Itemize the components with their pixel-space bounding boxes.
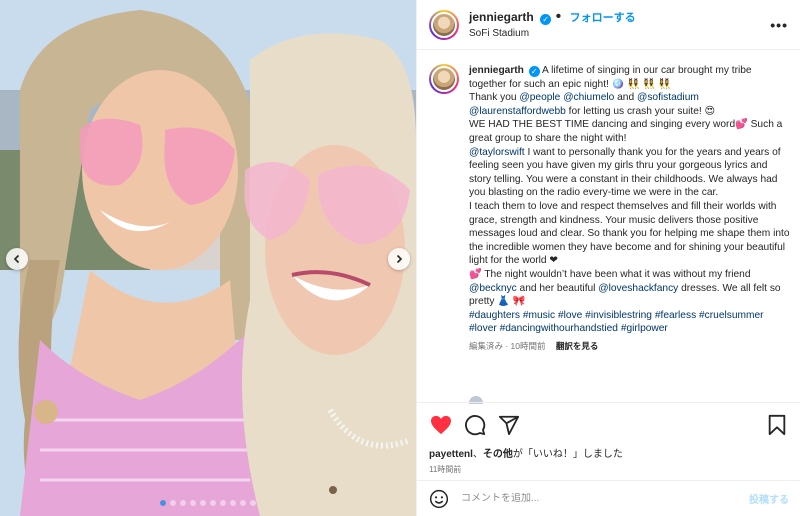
author-info: jenniegarth ✓ • フォローする SoFi Stadium: [469, 7, 770, 41]
caption-text-run: I teach them to love and respect themsel…: [469, 200, 790, 267]
hashtag-link[interactable]: #lover: [469, 323, 497, 334]
photo-illustration: [0, 0, 416, 516]
caption-text-run: for letting us crash your suite! 😍: [565, 105, 716, 117]
caption-paragraph: @taylorswift I want to personally thank …: [469, 146, 791, 200]
emoji-icon[interactable]: [429, 489, 449, 509]
comment-bar: 投稿する: [417, 480, 800, 516]
caption-text-run: 💕 The night wouldn’t have been what it w…: [469, 268, 751, 280]
comment-icon: [465, 415, 486, 436]
location-link[interactable]: SoFi Stadium: [469, 26, 770, 41]
save-button[interactable]: [765, 413, 789, 437]
carousel-dot: [250, 500, 256, 506]
hashtag-link[interactable]: #dancingwithourhandstied: [500, 323, 618, 334]
carousel-dot: [220, 500, 226, 506]
caption-paragraph: I teach them to love and respect themsel…: [469, 200, 791, 268]
carousel-dot: [210, 500, 216, 506]
comment-input[interactable]: [461, 493, 749, 504]
carousel-dot: [240, 500, 246, 506]
mention-link[interactable]: @loveshackfancy: [598, 283, 678, 294]
hashtag-link[interactable]: #invisiblestring: [585, 310, 652, 321]
bookmark-icon: [768, 414, 786, 436]
comment-button[interactable]: [463, 413, 487, 437]
caption-paragraph: 💕 The night wouldn’t have been what it w…: [469, 268, 791, 309]
share-button[interactable]: [497, 413, 521, 437]
chevron-left-icon: [13, 254, 20, 264]
hashtag-link[interactable]: #fearless: [655, 310, 696, 321]
like-button[interactable]: [429, 413, 453, 437]
hashtag-link[interactable]: #daughters: [469, 310, 520, 321]
caption-text: jenniegarth ✓ A lifetime of singing in o…: [469, 64, 791, 353]
post-comment-button[interactable]: 投稿する: [749, 491, 789, 506]
edited-time: 編集済み · 10時間前: [469, 340, 546, 351]
caption-text-run: and her beautiful: [516, 282, 599, 294]
liked-by-others[interactable]: その他: [483, 449, 513, 460]
see-translation-button[interactable]: 翻訳を見る: [556, 341, 599, 351]
chevron-right-icon: [396, 254, 403, 264]
more-options-icon[interactable]: •••: [770, 17, 788, 33]
caption-text-run: and: [614, 92, 637, 104]
carousel-dot: [170, 500, 176, 506]
likes-summary: payettenl、その他が「いいね！」しました: [429, 445, 789, 460]
carousel-next-button[interactable]: [388, 248, 410, 270]
carousel-dot: [190, 500, 196, 506]
caption-block: jenniegarth ✓ A lifetime of singing in o…: [429, 64, 791, 394]
caption-username[interactable]: jenniegarth: [469, 65, 524, 76]
mention-link[interactable]: @people: [519, 92, 560, 103]
post-detail-panel: jenniegarth ✓ • フォローする SoFi Stadium ••• …: [416, 0, 800, 516]
author-avatar[interactable]: [429, 9, 459, 40]
share-icon: [498, 415, 520, 436]
caption-meta: 編集済み · 10時間前 翻訳を見る: [469, 340, 791, 354]
carousel-dot: [230, 500, 236, 506]
post-header: jenniegarth ✓ • フォローする SoFi Stadium •••: [417, 0, 800, 50]
follow-button[interactable]: フォローする: [570, 12, 636, 24]
carousel-indicator: [0, 500, 416, 506]
likes-suffix: が「いいね！」しました: [512, 449, 623, 460]
mention-link[interactable]: @taylorswift: [469, 147, 525, 158]
likes-separator: 、: [472, 449, 483, 460]
hashtag-link[interactable]: #girlpower: [621, 323, 668, 334]
liked-by-user[interactable]: payettenl: [429, 449, 473, 460]
carousel-dot: [160, 500, 166, 506]
post-photo[interactable]: [0, 0, 416, 516]
carousel-prev-button[interactable]: [6, 248, 28, 270]
hashtag-link[interactable]: #love: [558, 310, 582, 321]
carousel-dot: [200, 500, 206, 506]
carousel-dot: [180, 500, 186, 506]
post-timestamp: 11時間前: [429, 465, 462, 474]
caption-text-run: WE HAD THE BEST TIME dancing and singing…: [469, 119, 783, 144]
hashtag-link[interactable]: #music: [523, 310, 555, 321]
heart-icon: [431, 415, 451, 435]
caption-paragraph: #daughters #music #love #invisiblestring…: [469, 309, 791, 336]
header-separator: •: [555, 7, 566, 25]
hashtag-link[interactable]: #cruelsummer: [699, 310, 764, 321]
caption-avatar[interactable]: [429, 64, 459, 94]
caption-text-run: Thank you: [469, 92, 520, 104]
mention-link[interactable]: @sofistadium: [637, 92, 699, 103]
caption-paragraph: WE HAD THE BEST TIME dancing and singing…: [469, 118, 791, 145]
mention-link[interactable]: @laurenstaffordwebb: [469, 106, 566, 117]
author-username[interactable]: jenniegarth: [469, 10, 534, 24]
verified-badge-icon: ✓: [528, 66, 540, 77]
verified-badge-icon: ✓: [540, 13, 552, 25]
caption-paragraph: Thank you @people @chiumelo and @sofista…: [469, 91, 791, 118]
mention-link[interactable]: @chiumelo: [563, 92, 614, 103]
mention-link[interactable]: @becknyc: [469, 283, 517, 294]
